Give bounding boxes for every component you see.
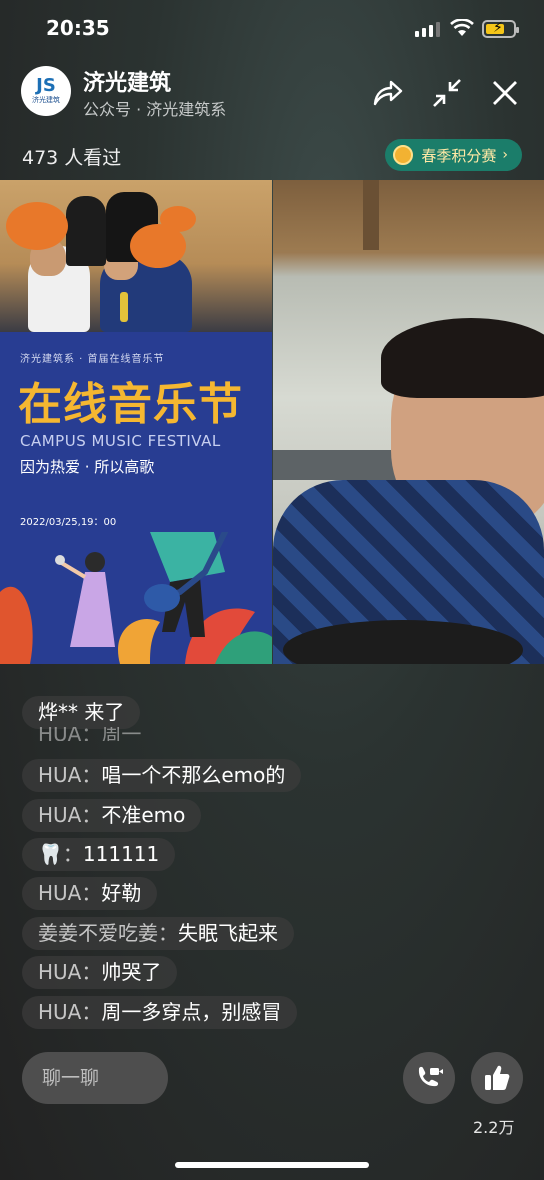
like-button[interactable] [471, 1052, 523, 1104]
comment-user: HUA： [38, 763, 102, 787]
close-icon[interactable] [488, 76, 522, 110]
chat-input[interactable]: 聊一聊 [22, 1052, 168, 1104]
comment-user: 🦷： [38, 842, 83, 866]
comment-text: 好勒 [101, 881, 142, 905]
video-call-icon [418, 1066, 443, 1087]
comment-text: 周一多穿点，别感冒 [101, 1000, 282, 1024]
camera-feed-1 [0, 180, 272, 332]
comment-text: 唱一个不那么emo的 [101, 763, 286, 787]
contest-label: 春季积分赛 [421, 146, 497, 165]
comment-user: HUA： [38, 1000, 102, 1024]
shrink-icon[interactable] [430, 76, 464, 110]
poster-slogan: 因为热爱 · 所以高歌 [20, 458, 155, 476]
battery-icon: ⚡ [482, 20, 519, 38]
poster-kicker: 济光建筑系 · 首届在线音乐节 [20, 354, 165, 365]
chevron-right-icon: › [502, 147, 508, 163]
home-indicator[interactable] [175, 1162, 369, 1168]
poster-illustration [0, 532, 272, 664]
camera-feed-2 [273, 180, 544, 664]
comment-join: 烨** 来了 [38, 700, 125, 724]
status-bar: 20:35 ⚡ [0, 0, 544, 60]
poster-english: CAMPUS MUSIC FESTIVAL [20, 432, 221, 450]
comment-text: 帅哭了 [101, 960, 162, 984]
poster-title: 在线音乐节 [18, 379, 243, 430]
comment-item: HUA：不准emo [22, 799, 202, 832]
account-title[interactable]: 济光建筑 [83, 65, 171, 97]
avatar[interactable]: JS 济光建筑 [21, 66, 71, 116]
comment-user: HUA： [38, 960, 102, 984]
comment-item: HUA：帅哭了 [22, 956, 178, 989]
viewer-count: 473 人看过 [22, 147, 122, 169]
comment-text: 不准emo [101, 803, 186, 827]
like-count: 2.2万 [473, 1118, 515, 1137]
account-subtitle: 公众号 · 济光建筑系 [83, 100, 227, 119]
comment-item: HUA：好勒 [22, 877, 158, 910]
faded-comment: HUA：周一 [38, 727, 142, 741]
comment-text: 111111 [82, 842, 160, 866]
comment-item: HUA：唱一个不那么emo的 [22, 759, 302, 792]
comment-user: 姜姜不爱吃姜： [38, 921, 178, 945]
comment-item: 🦷：111111 [22, 838, 176, 871]
header: JS 济光建筑 济光建筑 公众号 · 济光建筑系 [0, 62, 544, 128]
festival-poster: 济光建筑系 · 首届在线音乐节 在线音乐节 CAMPUS MUSIC FESTI… [0, 332, 272, 664]
comment-item: HUA：周一多穿点，别感冒 [22, 996, 298, 1029]
contest-button[interactable]: 春季积分赛 › [385, 139, 522, 171]
comment-user: HUA： [38, 803, 102, 827]
wifi-icon [450, 19, 474, 36]
coin-icon [393, 145, 414, 165]
signal-icon [415, 22, 440, 37]
comment-item: 姜姜不爱吃姜：失眠飞起来 [22, 917, 294, 950]
video-call-button[interactable] [403, 1052, 455, 1104]
poster-date: 2022/03/25,19：00 [20, 517, 117, 528]
live-video[interactable]: 济光建筑系 · 首届在线音乐节 在线音乐节 CAMPUS MUSIC FESTI… [0, 180, 544, 664]
comment-user: HUA： [38, 881, 102, 905]
comment-text: 失眠飞起来 [178, 921, 278, 945]
avatar-logo: JS [36, 75, 56, 96]
avatar-text: 济光建筑 [32, 96, 60, 104]
status-time: 20:35 [46, 16, 110, 40]
share-icon[interactable] [370, 76, 404, 110]
comment-item: 烨** 来了 [22, 696, 141, 729]
left-stream: 济光建筑系 · 首届在线音乐节 在线音乐节 CAMPUS MUSIC FESTI… [0, 180, 272, 664]
thumbs-up-icon [485, 1065, 510, 1090]
